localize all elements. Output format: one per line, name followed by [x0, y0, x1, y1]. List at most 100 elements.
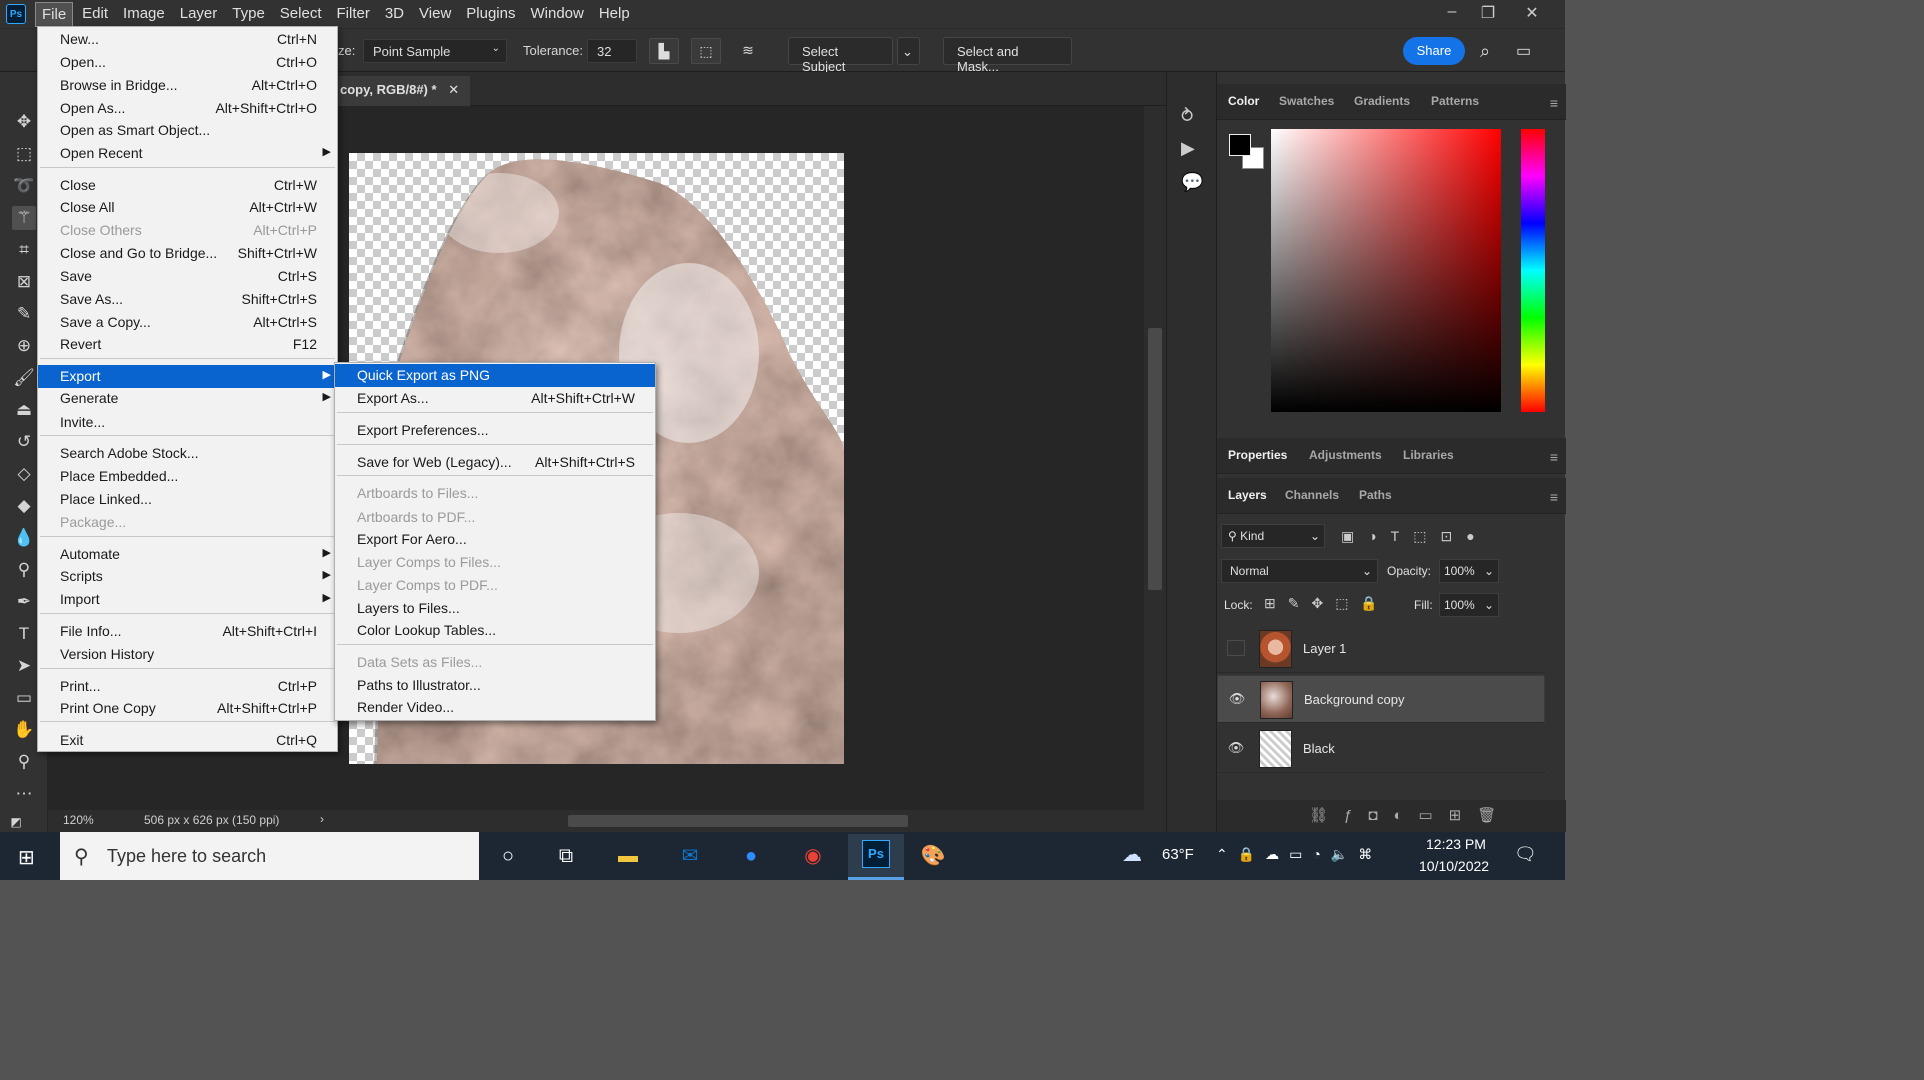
menu-item-place-embedded[interactable]: Place Embedded...: [38, 465, 337, 488]
menu-item-close-all[interactable]: Close All Alt+Ctrl+W: [38, 196, 337, 219]
menu-item-package[interactable]: Package...: [38, 511, 337, 534]
blur-tool-icon[interactable]: 💧: [12, 526, 36, 550]
clock-time[interactable]: 12:23 PM: [1426, 836, 1486, 852]
menu-filter[interactable]: Filter: [331, 2, 376, 27]
foreground-color-swatch[interactable]: [1229, 134, 1251, 156]
layer-filter-kind[interactable]: ⚲ Kind ⌄: [1221, 524, 1325, 548]
type-tool-icon[interactable]: T: [12, 622, 36, 646]
chevron-down-icon[interactable]: ⌄: [897, 37, 920, 65]
task-view-icon[interactable]: ⧉: [548, 840, 584, 872]
hand-tool-icon[interactable]: ✋: [12, 718, 36, 742]
zoom-level[interactable]: 120%: [63, 813, 94, 827]
menu-item-version-history[interactable]: Version History: [38, 643, 337, 666]
menu-item-search-adobe-stock[interactable]: Search Adobe Stock...: [38, 442, 337, 465]
menu-item-generate[interactable]: Generate ▶: [38, 387, 337, 410]
menu-item-layer-comps-to-pdf[interactable]: Layer Comps to PDF...: [335, 574, 655, 597]
layer-thumbnail[interactable]: [1260, 681, 1293, 719]
weather-temperature[interactable]: 63°F: [1162, 846, 1194, 863]
layer-row[interactable]: Layer 1: [1217, 625, 1545, 673]
menu-help[interactable]: Help: [593, 2, 636, 27]
blend-mode-dropdown[interactable]: Normal ⌄: [1221, 559, 1378, 583]
actions-play-icon[interactable]: ▶: [1181, 138, 1195, 159]
clone-stamp-icon[interactable]: ⏏: [12, 398, 36, 422]
menu-item-render-video[interactable]: Render Video...: [335, 696, 655, 719]
menu-item-save[interactable]: Save Ctrl+S: [38, 265, 337, 288]
menu-item-layers-to-files[interactable]: Layers to Files...: [335, 597, 655, 620]
opacity-input[interactable]: 100% ⌄: [1439, 559, 1499, 583]
menu-item-artboards-to-pdf[interactable]: Artboards to PDF...: [335, 506, 655, 529]
layer-filter-icons[interactable]: ▣◑T⬚⊡●: [1341, 528, 1489, 545]
select-and-mask-button[interactable]: Select and Mask...: [943, 37, 1072, 74]
tab-layers[interactable]: Layers: [1228, 488, 1267, 502]
lock-icons[interactable]: ⊞✎✥⬚🔒: [1264, 595, 1390, 612]
menu-item-place-linked[interactable]: Place Linked...: [38, 488, 337, 511]
tab-paths[interactable]: Paths: [1359, 488, 1392, 502]
menu-item-print[interactable]: Print... Ctrl+P: [38, 675, 337, 698]
zoom-app-icon[interactable]: ●: [733, 840, 769, 872]
layers-footer-icons[interactable]: ⛓ƒ◘◐▭⊞🗑: [1217, 800, 1566, 832]
layer-name[interactable]: Background copy: [1304, 692, 1404, 707]
marquee-tool-icon[interactable]: ⬚: [12, 142, 36, 166]
visibility-eye-icon[interactable]: 👁: [1227, 740, 1245, 756]
tab-channels[interactable]: Channels: [1285, 488, 1339, 502]
photoshop-taskbar-icon[interactable]: Ps: [848, 834, 904, 880]
eraser-tool-icon[interactable]: ◇: [12, 462, 36, 486]
color-picker-field[interactable]: [1271, 129, 1501, 412]
layer-row[interactable]: 👁 Black: [1217, 725, 1545, 773]
visibility-eye-icon[interactable]: 👁: [1228, 691, 1246, 707]
menu-item-export[interactable]: Export ▶: [38, 365, 337, 388]
refine-hair-icon[interactable]: ≋: [733, 38, 763, 64]
menu-item-save-a-copy[interactable]: Save a Copy... Alt+Ctrl+S: [38, 311, 337, 334]
document-tab[interactable]: copy, RGB/8#) * ✕: [334, 76, 470, 106]
panel-menu-icon[interactable]: ≡: [1550, 449, 1558, 465]
system-tray-icons[interactable]: ⌃🔒☁▭◔🔈⌘: [1216, 846, 1382, 863]
notifications-icon[interactable]: 🗨: [1514, 844, 1537, 865]
panel-menu-icon[interactable]: ≡: [1550, 95, 1558, 111]
menu-item-browse-in-bridge[interactable]: Browse in Bridge... Alt+Ctrl+O: [38, 74, 337, 97]
menu-view[interactable]: View: [413, 2, 457, 27]
layer-row[interactable]: 👁 Background copy: [1217, 675, 1545, 723]
frame-tool-icon[interactable]: ⊠: [12, 270, 36, 294]
fill-input[interactable]: 100% ⌄: [1439, 593, 1499, 617]
tab-libraries[interactable]: Libraries: [1403, 448, 1454, 462]
menu-file[interactable]: File: [35, 1, 74, 27]
menu-window[interactable]: Window: [524, 2, 589, 27]
layer-name[interactable]: Layer 1: [1303, 641, 1346, 656]
menu-select[interactable]: Select: [274, 2, 328, 27]
menu-item-export-for-aero[interactable]: Export For Aero...: [335, 528, 655, 551]
menu-item-exit[interactable]: Exit Ctrl+Q: [38, 729, 337, 752]
sample-all-layers-icon[interactable]: ▙: [649, 38, 679, 64]
tab-patterns[interactable]: Patterns: [1431, 94, 1479, 108]
sample-size-dropdown[interactable]: Point Sample ⌄: [363, 39, 507, 63]
weather-icon[interactable]: ☁: [1122, 842, 1142, 867]
tab-adjustments[interactable]: Adjustments: [1309, 448, 1382, 462]
menu-item-layer-comps-to-files[interactable]: Layer Comps to Files...: [335, 551, 655, 574]
tolerance-input[interactable]: 32: [587, 39, 637, 63]
menu-item-color-lookup-tables[interactable]: Color Lookup Tables...: [335, 619, 655, 642]
menu-item-save-as[interactable]: Save As... Shift+Ctrl+S: [38, 288, 337, 311]
menu-edit[interactable]: Edit: [76, 2, 114, 27]
rectangle-tool-icon[interactable]: ▭: [12, 686, 36, 710]
menu-item-file-info[interactable]: File Info... Alt+Shift+Ctrl+I: [38, 620, 337, 643]
close-tab-icon[interactable]: ✕: [448, 82, 459, 97]
menu-item-open-as-smart-object[interactable]: Open as Smart Object...: [38, 119, 337, 142]
chevron-right-icon[interactable]: ›: [320, 812, 324, 826]
hue-slider[interactable]: [1521, 129, 1545, 412]
layer-thumbnail[interactable]: [1259, 730, 1292, 768]
scrollbar-thumb[interactable]: [1148, 328, 1162, 590]
menu-item-new[interactable]: New... Ctrl+N: [38, 28, 337, 51]
menu-item-revert[interactable]: Revert F12: [38, 333, 337, 356]
tab-properties[interactable]: Properties: [1228, 448, 1287, 462]
menu-layer[interactable]: Layer: [174, 2, 224, 27]
layer-name[interactable]: Black: [1303, 741, 1335, 756]
chrome-icon[interactable]: ◉: [795, 840, 831, 872]
visibility-eye-icon[interactable]: [1227, 640, 1245, 656]
history-icon[interactable]: ⥁: [1181, 106, 1193, 127]
zoom-tool-icon[interactable]: ⚲: [12, 750, 36, 774]
dodge-tool-icon[interactable]: ⚲: [12, 558, 36, 582]
move-tool-icon[interactable]: ✥: [12, 110, 36, 134]
menu-item-close-others[interactable]: Close Others Alt+Ctrl+P: [38, 219, 337, 242]
menu-item-invite[interactable]: Invite...: [38, 411, 337, 434]
menu-item-paths-to-illustrator[interactable]: Paths to Illustrator...: [335, 674, 655, 697]
menu-plugins[interactable]: Plugins: [460, 2, 521, 27]
